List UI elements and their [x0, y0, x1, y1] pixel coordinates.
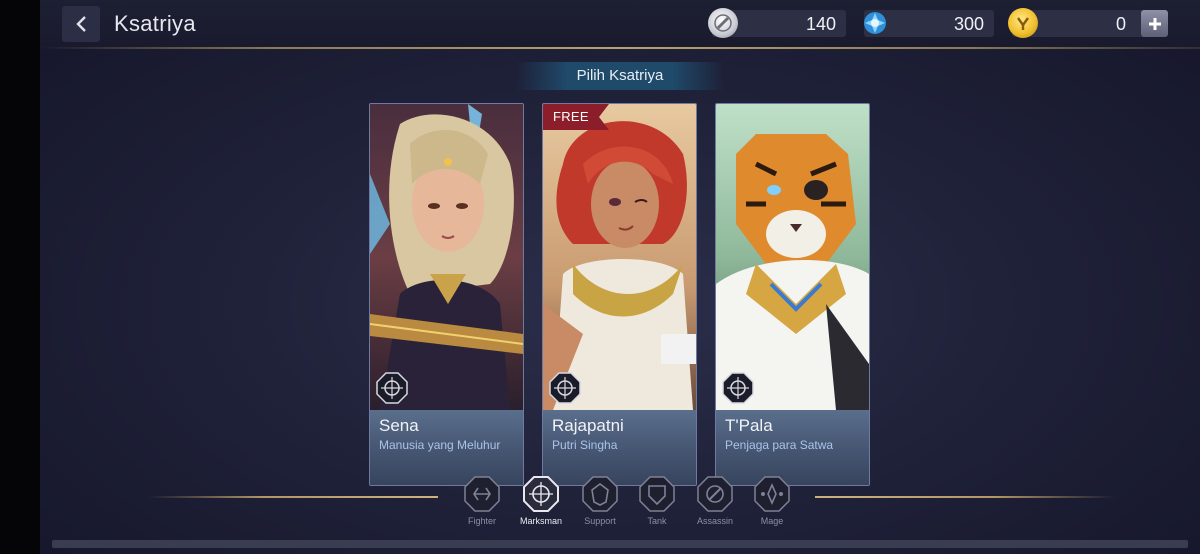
marksman-icon [523, 476, 559, 512]
mage-icon [754, 476, 790, 512]
top-bar-divider [40, 47, 1200, 49]
section-title: Pilih Ksatriya [516, 62, 724, 90]
role-label: Tank [647, 516, 667, 526]
hero-portrait [543, 104, 696, 410]
add-currency-button[interactable] [1141, 10, 1168, 37]
hero-name: Rajapatni [552, 416, 624, 435]
role-label: Support [584, 516, 616, 526]
role-filter-fighter[interactable]: Fighter [452, 476, 512, 526]
free-tag-label: FREE [553, 109, 589, 124]
bottom-scroll-bar[interactable] [52, 540, 1188, 548]
currency-value: 300 [953, 14, 984, 34]
marksman-role-badge-icon [722, 372, 754, 404]
hero-portrait [370, 104, 523, 410]
hero-subtitle: Putri Singha [552, 438, 618, 452]
currency-silver: 140 [708, 8, 846, 38]
hero-card-rajapatni[interactable]: FREE Rajapatni Putri Singha [542, 103, 697, 486]
plus-icon [1148, 17, 1161, 30]
support-icon [582, 476, 618, 512]
hero-info-panel: T'Pala Penjaga para Satwa [716, 410, 869, 485]
gold-voucher-icon [1008, 8, 1038, 38]
device-bezel [0, 0, 40, 554]
role-bar-divider-right [815, 496, 1115, 498]
hero-subtitle: Manusia yang Meluhur [379, 438, 501, 452]
hero-portrait [716, 104, 869, 410]
currency-value: 140 [805, 14, 836, 34]
assassin-icon [697, 476, 733, 512]
role-label: Assassin [696, 516, 733, 526]
marksman-role-badge-icon [549, 372, 581, 404]
currency-value: 0 [1115, 14, 1126, 34]
role-label: Marksman [519, 516, 562, 526]
currency-voucher: 0 [1008, 8, 1168, 38]
role-label: Mage [760, 516, 784, 526]
role-label: Fighter [467, 516, 496, 526]
role-filter-support[interactable]: Support [570, 476, 630, 526]
silver-coin-icon [708, 8, 738, 38]
hero-info-panel: Sena Manusia yang Meluhur [370, 410, 523, 485]
hero-card-sena[interactable]: Sena Manusia yang Meluhur [369, 103, 524, 486]
hero-subtitle: Penjaga para Satwa [725, 438, 834, 452]
currency-gem: 300 [864, 10, 994, 37]
role-bar-divider-left [148, 496, 438, 498]
tank-icon [639, 476, 675, 512]
hero-card-tpala[interactable]: T'Pala Penjaga para Satwa [715, 103, 870, 486]
hero-select-screen: Ksatriya 140 300 0 Pilih Ksatriya Sena M… [40, 0, 1200, 554]
top-bar: Ksatriya 140 300 0 [40, 0, 1200, 48]
page-title: Ksatriya [114, 11, 196, 36]
hero-name: Sena [379, 416, 419, 435]
role-filter-tank[interactable]: Tank [627, 476, 687, 526]
role-filter-assassin[interactable]: Assassin [685, 476, 745, 526]
blue-gem-icon [860, 8, 890, 38]
back-button[interactable] [62, 6, 100, 42]
chevron-left-icon [76, 16, 86, 32]
marksman-role-badge-icon [376, 372, 408, 404]
hero-info-panel: Rajapatni Putri Singha [543, 410, 696, 485]
role-filter-marksman[interactable]: Marksman [511, 476, 571, 526]
role-filter-mage[interactable]: Mage [742, 476, 802, 526]
fighter-icon [464, 476, 500, 512]
hero-name: T'Pala [725, 416, 773, 435]
